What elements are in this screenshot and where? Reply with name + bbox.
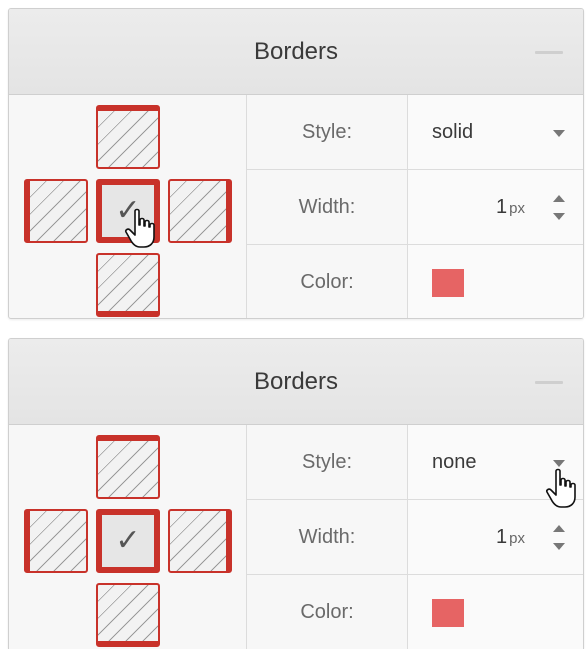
border-bottom-toggle[interactable] [96, 583, 160, 647]
color-label: Color: [247, 575, 408, 649]
style-row: Style: solid [247, 95, 583, 170]
collapse-icon[interactable] [535, 51, 563, 54]
width-unit: px [509, 530, 525, 547]
caret-down-icon[interactable] [553, 460, 565, 467]
style-select-value: none [432, 451, 477, 473]
style-select-value: solid [432, 121, 474, 143]
style-row: Style: none [247, 425, 583, 500]
border-left-toggle[interactable] [24, 179, 88, 243]
width-value: 1 px [496, 170, 525, 246]
color-swatch[interactable] [432, 599, 464, 627]
style-label: Style: [247, 425, 408, 499]
border-right-toggle[interactable] [168, 179, 232, 243]
width-number: 1 [496, 526, 508, 548]
width-row: Width: 1 px [247, 170, 583, 245]
border-side-picker: ✓ [9, 95, 247, 318]
width-value: 1 px [496, 500, 525, 576]
color-swatch[interactable] [432, 269, 464, 297]
width-label: Width: [247, 500, 408, 574]
caret-down-icon[interactable] [553, 130, 565, 137]
width-input[interactable]: 1 px [408, 170, 583, 244]
width-row: Width: 1 px [247, 500, 583, 575]
borders-panel: Borders ✓ Style: solid Width: 1 px Color… [8, 8, 584, 319]
panel-header[interactable]: Borders [9, 339, 583, 425]
hand-cursor-icon [125, 208, 155, 248]
width-number: 1 [496, 196, 508, 218]
panel-body: ✓ Style: solid Width: 1 px Color: [9, 95, 583, 318]
border-right-toggle[interactable] [168, 509, 232, 573]
border-all-toggle[interactable]: ✓ [96, 509, 160, 573]
stepper-down-icon[interactable] [553, 213, 565, 220]
width-unit: px [509, 200, 525, 217]
stepper-up-icon[interactable] [553, 525, 565, 532]
panel-body: ✓ Style: none Width: 1 px Color: [9, 425, 583, 649]
borders-panel: Borders ✓ Style: none Width: 1 px Color: [8, 338, 584, 649]
collapse-icon[interactable] [535, 381, 563, 384]
width-label: Width: [247, 170, 408, 244]
border-top-toggle[interactable] [96, 435, 160, 499]
border-top-toggle[interactable] [96, 105, 160, 169]
color-label: Color: [247, 245, 408, 318]
hand-cursor-icon [546, 468, 576, 508]
width-input[interactable]: 1 px [408, 500, 583, 574]
border-side-picker: ✓ [9, 425, 247, 649]
check-icon: ✓ [115, 523, 141, 558]
color-row: Color: [247, 575, 583, 649]
border-left-toggle[interactable] [24, 509, 88, 573]
style-label: Style: [247, 95, 408, 169]
color-field [408, 575, 583, 649]
color-field [408, 245, 583, 318]
panel-header[interactable]: Borders [9, 9, 583, 95]
panel-title: Borders [253, 38, 339, 65]
panel-title: Borders [253, 368, 339, 395]
stepper-down-icon[interactable] [553, 543, 565, 550]
stepper-up-icon[interactable] [553, 195, 565, 202]
style-select[interactable]: solid [408, 95, 583, 169]
border-properties: Style: none Width: 1 px Color: [247, 425, 583, 649]
border-properties: Style: solid Width: 1 px Color: [247, 95, 583, 318]
color-row: Color: [247, 245, 583, 318]
border-bottom-toggle[interactable] [96, 253, 160, 317]
